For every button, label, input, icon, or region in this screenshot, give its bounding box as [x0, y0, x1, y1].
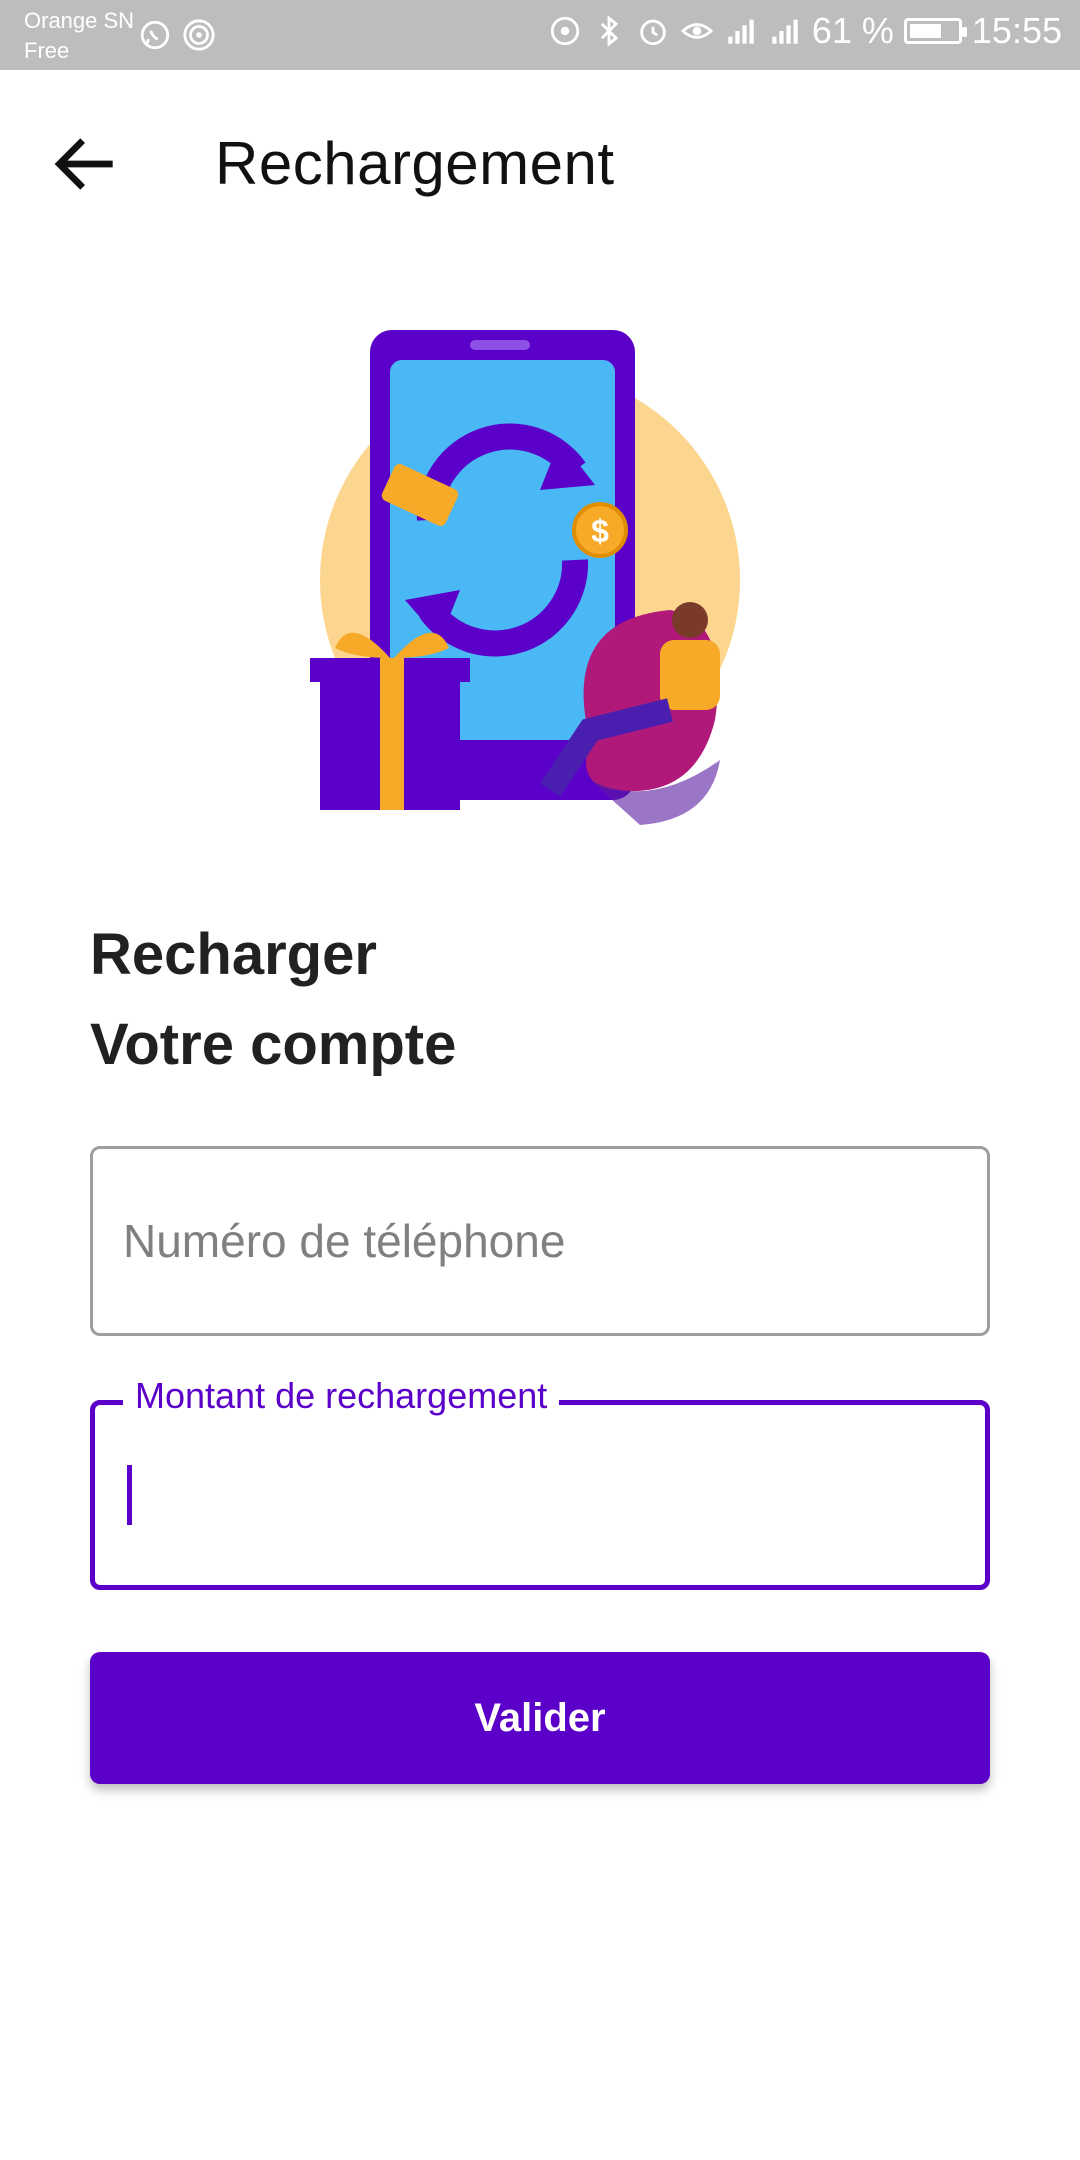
- phone-number-field[interactable]: [90, 1146, 990, 1336]
- status-bar: Orange SN Free 61 % 15:55: [0, 0, 1080, 70]
- nfc-icon: [550, 16, 580, 46]
- hotspot-icon: [183, 19, 215, 51]
- alarm-icon: [640, 19, 666, 46]
- battery-icon: [903, 18, 967, 44]
- app-bar: Rechargement: [0, 70, 1080, 240]
- signal-icon: [728, 19, 754, 44]
- carrier-line2: Free: [24, 38, 70, 63]
- signal-icon-2: [772, 19, 798, 44]
- carrier-name: Orange SN Free: [24, 6, 134, 66]
- submit-button[interactable]: Valider: [90, 1652, 990, 1784]
- svg-text:$: $: [591, 513, 609, 549]
- back-button[interactable]: [46, 124, 126, 204]
- amount-field[interactable]: Montant de rechargement: [90, 1375, 990, 1590]
- eye-icon: [680, 23, 714, 39]
- whatsapp-icon: [140, 20, 170, 50]
- status-left-icons: [138, 18, 216, 52]
- carrier-line1: Orange SN: [24, 8, 135, 33]
- arrow-left-icon: [54, 138, 113, 190]
- heading-line2: Votre compte: [90, 1012, 457, 1077]
- recharge-illustration: $: [310, 330, 740, 825]
- page-title: Rechargement: [215, 130, 615, 197]
- clock: 15:55: [971, 10, 1062, 51]
- phone-number-input[interactable]: [123, 1149, 943, 1333]
- battery-percent: 61 %: [811, 10, 894, 51]
- heading-line1: Recharger: [90, 922, 377, 987]
- section-heading: Recharger Votre compte: [90, 910, 456, 1090]
- status-right: 61 % 15:55: [548, 10, 1062, 52]
- amount-input[interactable]: [125, 1405, 945, 1585]
- bluetooth-icon: [600, 15, 619, 47]
